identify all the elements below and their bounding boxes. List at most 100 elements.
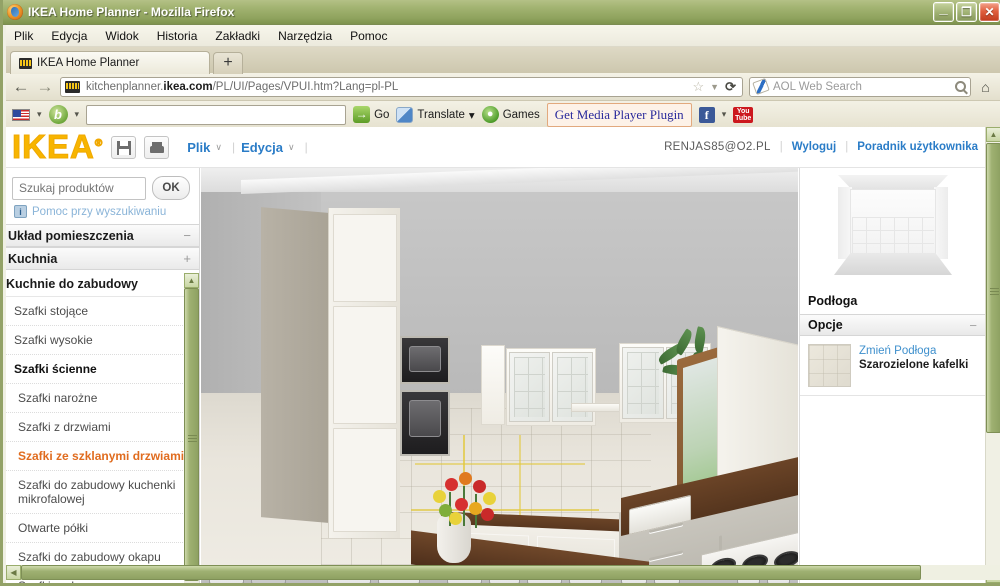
bookmark-star-icon[interactable]: ☆ bbox=[693, 79, 705, 95]
reload-icon[interactable]: ⟳ bbox=[725, 79, 738, 95]
save-button[interactable] bbox=[111, 135, 137, 159]
divider: | bbox=[779, 141, 783, 153]
forward-icon[interactable]: → bbox=[36, 77, 54, 97]
new-tab-button[interactable]: + bbox=[213, 52, 243, 74]
horizontal-scrollbar[interactable]: ◀ bbox=[6, 565, 1000, 580]
minimize-button[interactable]: _ bbox=[933, 1, 954, 22]
menu-widok[interactable]: Widok bbox=[105, 29, 138, 43]
search-ok-button[interactable]: OK bbox=[152, 176, 190, 200]
flower-bloom bbox=[481, 508, 494, 521]
aol-search-icon bbox=[752, 77, 770, 96]
scroll-up-icon[interactable]: ▲ bbox=[184, 273, 199, 288]
sidebar-item-corner-cabinets[interactable]: Szafki narożne bbox=[6, 384, 199, 413]
change-floor-link[interactable]: Zmień Podłoga bbox=[859, 345, 936, 357]
built-in-oven[interactable] bbox=[400, 390, 450, 456]
built-in-microwave[interactable] bbox=[400, 336, 450, 384]
app-body: OK i Pomoc przy wyszukiwaniu Układ pomie… bbox=[6, 168, 1000, 583]
floor-swatch-thumbnail[interactable] bbox=[808, 344, 851, 387]
toolbar-go-button[interactable]: → Go bbox=[353, 106, 389, 123]
sidebar-item-wall-cabinets[interactable]: Szafki ścienne bbox=[6, 355, 199, 384]
application-window: IKEA Home Planner - Mozilla Firefox _ ❐ … bbox=[0, 0, 1000, 586]
measurement-guide-horizontal-2 bbox=[415, 463, 585, 465]
sidebar-item-base-cabinets[interactable]: Szafki stojące bbox=[6, 297, 199, 326]
search-bar[interactable]: AOL Web Search bbox=[749, 76, 971, 97]
flower-bloom bbox=[449, 512, 462, 525]
options-section-header[interactable]: Opcje − bbox=[800, 314, 985, 336]
scroll-left-icon[interactable]: ◀ bbox=[6, 565, 21, 580]
section-kitchen-label: Kuchnia bbox=[8, 251, 58, 266]
ikea-favicon-icon bbox=[19, 57, 32, 69]
print-button[interactable] bbox=[144, 135, 170, 159]
search-help-row[interactable]: i Pomoc przy wyszukiwaniu bbox=[6, 204, 199, 224]
us-flag-icon[interactable] bbox=[12, 108, 30, 121]
user-guide-link[interactable]: Poradnik użytkownika bbox=[857, 141, 978, 153]
room-preview[interactable] bbox=[800, 168, 986, 290]
wall-cabinet-glass-left[interactable] bbox=[506, 348, 596, 426]
toolbar-translate-button[interactable]: Translate ▾ bbox=[396, 106, 475, 123]
sidebar-item-cabinets-with-doors[interactable]: Szafki z drzwiami bbox=[6, 413, 199, 442]
home-icon[interactable]: ⌂ bbox=[977, 79, 994, 95]
floor-option-row[interactable]: Zmień Podłoga Szarozielone kafelki bbox=[800, 336, 985, 396]
current-floor-value: Szarozielone kafelki bbox=[859, 359, 969, 371]
planner-3d-viewport[interactable] bbox=[201, 168, 798, 583]
tall-cabinet-door-mid bbox=[333, 306, 397, 424]
divider: | bbox=[845, 141, 849, 153]
menu-bar: Plik Edycja Widok Historia Zakładki Narz… bbox=[6, 25, 1000, 47]
sidebar-item-glass-door-cabinets[interactable]: Szafki ze szklanymi drzwiami bbox=[6, 442, 199, 471]
collapse-icon[interactable]: − bbox=[183, 228, 191, 243]
menu-narzedzia[interactable]: Narzędzia bbox=[278, 29, 332, 43]
toolbar-games-button[interactable]: ● Games bbox=[481, 106, 540, 123]
tall-cabinet-side[interactable] bbox=[261, 207, 328, 523]
chevron-down-icon[interactable]: ▾ bbox=[37, 109, 42, 120]
page-scrollbar-thumb[interactable] bbox=[986, 143, 1000, 433]
menu-historia[interactable]: Historia bbox=[157, 29, 198, 43]
expand-icon[interactable]: + bbox=[183, 251, 191, 266]
facebook-icon[interactable]: f bbox=[698, 106, 715, 123]
chevron-down-icon: ∨ bbox=[287, 141, 295, 152]
translate-label: Translate bbox=[417, 108, 465, 121]
preview-floor bbox=[834, 253, 952, 275]
youtube-icon[interactable]: You Tube bbox=[733, 106, 754, 123]
chevron-down-icon[interactable]: ▼ bbox=[710, 82, 719, 92]
logout-link[interactable]: Wyloguj bbox=[792, 141, 837, 153]
page-scrollbar[interactable]: ▲ ▼ bbox=[985, 127, 1000, 583]
sidebar-scrollbar-thumb[interactable] bbox=[184, 288, 199, 581]
search-icon[interactable] bbox=[955, 81, 966, 92]
wall-cabinet-side-left[interactable] bbox=[481, 345, 505, 425]
search-input[interactable] bbox=[12, 176, 146, 200]
scroll-up-icon[interactable]: ▲ bbox=[986, 127, 1000, 142]
navigation-bar: ← → kitchenplanner.ikea.com/PL/UI/Pages/… bbox=[6, 73, 1000, 101]
flower-bloom bbox=[445, 478, 458, 491]
horizontal-scrollbar-thumb[interactable] bbox=[21, 565, 921, 580]
chevron-down-icon[interactable]: ▾ bbox=[75, 109, 80, 120]
menu-pomoc[interactable]: Pomoc bbox=[350, 29, 387, 43]
restore-button[interactable]: ❐ bbox=[956, 2, 977, 22]
tab-ikea-home-planner[interactable]: IKEA Home Planner bbox=[10, 51, 210, 74]
microwave-glass bbox=[409, 346, 441, 373]
menu-zakladki[interactable]: Zakładki bbox=[215, 29, 260, 43]
window-panes bbox=[514, 357, 546, 417]
sidebar-scrollbar[interactable]: ▲ bbox=[184, 273, 199, 583]
sidebar-item-microwave-cabinets[interactable]: Szafki do zabudowy kuchenki mikrofalowej bbox=[6, 471, 199, 514]
babylon-search-input[interactable] bbox=[86, 104, 347, 125]
menu-edycja[interactable]: Edycja bbox=[51, 29, 87, 43]
app-menu-edit[interactable]: Edycja ∨ bbox=[241, 140, 295, 155]
close-button[interactable]: ✕ bbox=[979, 2, 1000, 22]
search-help-link[interactable]: Pomoc przy wyszukiwaniu bbox=[32, 206, 166, 218]
address-bar[interactable]: kitchenplanner.ikea.com/PL/UI/Pages/VPUI… bbox=[60, 76, 743, 97]
get-media-player-plugin-button[interactable]: Get Media Player Plugin bbox=[546, 102, 692, 127]
section-kitchen[interactable]: Kuchnia + bbox=[6, 247, 199, 270]
menu-plik[interactable]: Plik bbox=[14, 29, 33, 43]
sidebar-item-open-shelves[interactable]: Otwarte półki bbox=[6, 514, 199, 543]
sidebar-item-tall-cabinets[interactable]: Szafki wysokie bbox=[6, 326, 199, 355]
firefox-icon bbox=[7, 4, 23, 20]
youtube-top-text: You bbox=[736, 107, 750, 115]
collapse-icon[interactable]: − bbox=[969, 318, 977, 333]
app-menu-file[interactable]: Plik ∨ bbox=[187, 140, 222, 155]
section-room-layout[interactable]: Układ pomieszczenia − bbox=[6, 224, 199, 247]
back-icon[interactable]: ← bbox=[12, 77, 30, 97]
babylon-icon[interactable]: b bbox=[48, 105, 68, 124]
games-icon: ● bbox=[481, 106, 499, 123]
chevron-down-icon[interactable]: ▾ bbox=[722, 109, 727, 120]
tall-cabinet-front[interactable] bbox=[328, 208, 400, 538]
